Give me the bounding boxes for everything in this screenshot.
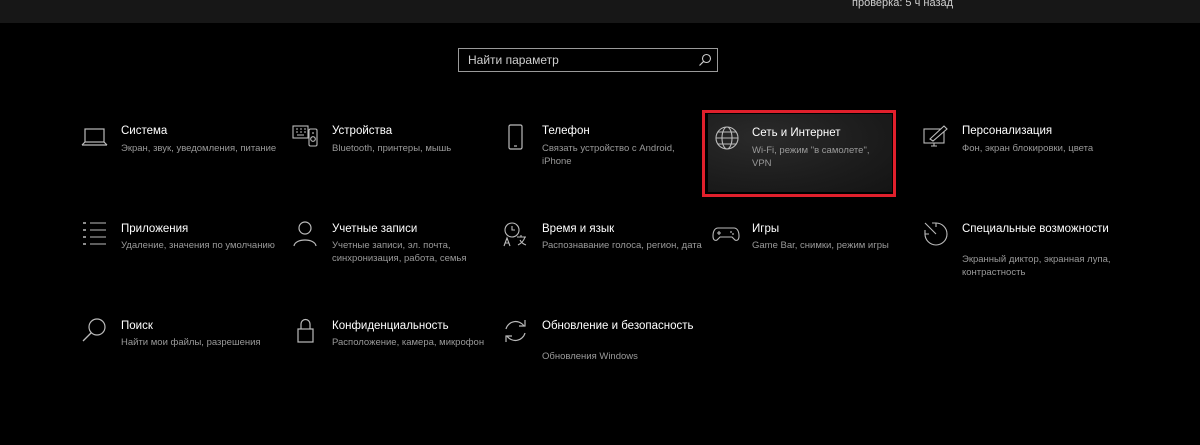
tile-personalization[interactable]: Персонализация Фон, экран блокировки, цв…: [922, 124, 1112, 204]
tile-network-internet[interactable]: Сеть и Интернет Wi-Fi, режим "в самолете…: [708, 114, 892, 192]
tile-update-security[interactable]: Обновление и безопасность Обновления Win…: [502, 317, 693, 397]
tile-description: Wi-Fi, режим "в самолете", VPN: [752, 145, 870, 169]
last-check-text: проверка: 5 ч назад: [852, 0, 954, 9]
lock-icon: [292, 317, 320, 345]
personalization-icon: [922, 124, 950, 152]
tile-title: Система: [121, 125, 168, 137]
tile-gaming[interactable]: Игры Game Bar, снимки, режим игры: [712, 220, 902, 300]
tile-title: Специальные возможности: [962, 223, 1109, 235]
search-icon[interactable]: [697, 52, 713, 68]
tile-title: Поиск: [121, 320, 153, 332]
tile-search[interactable]: Поиск Найти мои файлы, разрешения: [81, 317, 271, 397]
time-language-icon: [502, 220, 530, 248]
laptop-icon: [81, 124, 109, 152]
search-magnifier-icon: [81, 317, 109, 345]
tile-title: Телефон: [542, 125, 590, 137]
gamepad-icon: [712, 220, 740, 248]
phone-icon: [502, 124, 530, 152]
devices-icon: [292, 124, 320, 152]
apps-list-icon: [81, 220, 109, 248]
tile-description: Связать устройство с Android, iPhone: [542, 143, 675, 167]
accessibility-icon: [922, 220, 950, 248]
tile-title: Персонализация: [962, 125, 1053, 137]
tile-title: Конфиденциальность: [332, 320, 449, 332]
update-icon: [502, 317, 530, 345]
tile-apps[interactable]: Приложения Удаление, значения по умолчан…: [81, 220, 275, 300]
tile-description: Удаление, значения по умолчанию: [121, 240, 275, 251]
tile-accessibility[interactable]: Специальные возможности Экранный диктор,…: [922, 220, 1112, 300]
globe-icon: [713, 124, 741, 152]
tile-description: Расположение, камера, микрофон: [332, 337, 485, 348]
tile-title: Устройства: [332, 125, 393, 137]
tile-description: Экранный диктор, экранная лупа, контраст…: [962, 254, 1111, 278]
tile-description: Учетные записи, эл. почта, синхронизация…: [332, 240, 467, 264]
tile-description: Game Bar, снимки, режим игры: [752, 240, 889, 251]
tile-description: Экран, звук, уведомления, питание: [121, 143, 277, 154]
tile-title: Игры: [752, 223, 780, 235]
search-input[interactable]: [459, 49, 689, 71]
tile-description: Bluetooth, принтеры, мышь: [332, 143, 452, 154]
tile-title: Обновление и безопасность: [542, 320, 694, 332]
tile-title: Сеть и Интернет: [752, 127, 841, 139]
person-icon: [292, 220, 320, 248]
tile-devices[interactable]: Устройства Bluetooth, принтеры, мышь: [292, 124, 482, 204]
tile-time-language[interactable]: Время и язык Распознавание голоса, регио…: [502, 220, 702, 300]
tile-privacy[interactable]: Конфиденциальность Расположение, камера,…: [292, 317, 484, 397]
tile-description: Фон, экран блокировки, цвета: [962, 143, 1094, 154]
search-box[interactable]: [458, 48, 718, 72]
tile-title: Время и язык: [542, 223, 615, 235]
tile-phone[interactable]: Телефон Связать устройство с Android, iP…: [502, 124, 692, 204]
tile-description: Найти мои файлы, разрешения: [121, 337, 261, 348]
tile-title: Учетные записи: [332, 223, 418, 235]
tile-title: Приложения: [121, 223, 189, 235]
tile-description: Распознавание голоса, регион, дата: [542, 240, 702, 251]
tile-description: Обновления Windows: [542, 351, 638, 362]
top-bar: проверка: 5 ч назад: [0, 0, 1200, 23]
tile-system[interactable]: Система Экран, звук, уведомления, питани…: [81, 124, 276, 204]
tile-accounts[interactable]: Учетные записи Учетные записи, эл. почта…: [292, 220, 482, 300]
